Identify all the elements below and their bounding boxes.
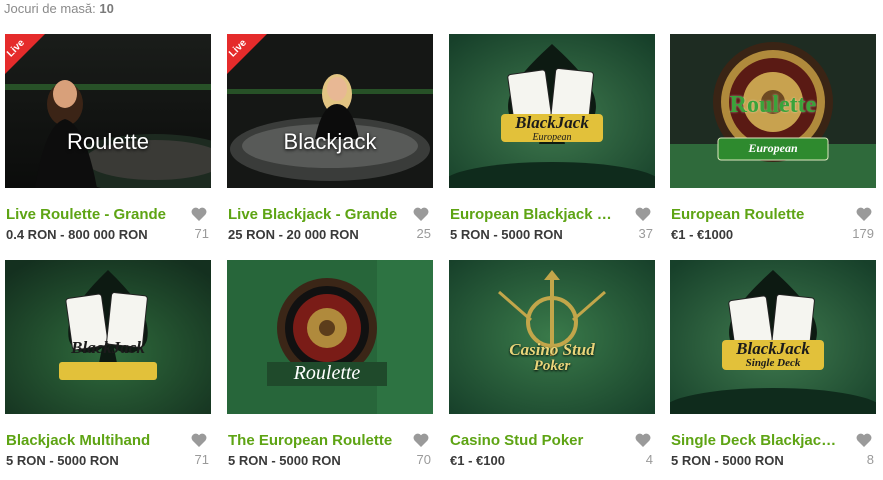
like-count: 4 — [645, 452, 653, 467]
heart-icon[interactable] — [635, 432, 651, 448]
roulette-top-art — [227, 260, 433, 414]
game-logo-title: Roulette — [293, 362, 361, 384]
heart-icon[interactable] — [191, 206, 207, 222]
game-title[interactable]: Live Blackjack - Grande — [228, 206, 398, 223]
game-thumbnail[interactable]: Roulette — [227, 260, 433, 414]
game-bet-range: 25 RON - 20 000 RON — [228, 227, 359, 242]
game-card-live-blackjack[interactable]: Live Blackjack Live Blackjack - Grande 2… — [227, 34, 433, 254]
game-bet-range: €1 - €100 — [450, 453, 505, 468]
game-bet-range: 0.4 RON - 800 000 RON — [6, 227, 148, 242]
game-thumbnail[interactable]: BlackJack — [5, 260, 211, 414]
game-thumbnail[interactable]: Live Roulette — [5, 34, 211, 188]
heart-icon[interactable] — [413, 206, 429, 222]
game-logo-title: BlackJack — [515, 113, 589, 132]
game-bet-range: 5 RON - 5000 RON — [228, 453, 341, 468]
like-count: 37 — [638, 226, 653, 241]
game-card-casino-stud-poker[interactable]: Casino Stud Poker Casino Stud Poker €1 -… — [449, 260, 655, 480]
game-thumbnail[interactable]: Live Blackjack — [227, 34, 433, 188]
blackjack-art — [449, 34, 655, 188]
game-logo-subtitle: Single Deck — [745, 357, 801, 369]
game-thumbnail[interactable]: Casino Stud Poker — [449, 260, 655, 414]
game-title[interactable]: European Blackjack M... — [450, 206, 620, 223]
game-title[interactable]: Single Deck Blackjack ... — [671, 432, 841, 449]
game-card-the-european-roulette[interactable]: Roulette The European Roulette 5 RON - 5… — [227, 260, 433, 480]
heart-icon[interactable] — [856, 432, 872, 448]
game-logo-subtitle: Poker — [533, 358, 571, 374]
game-bet-range: €1 - €1000 — [671, 227, 734, 242]
thumb-title: Blackjack — [283, 129, 377, 154]
heart-icon[interactable] — [191, 432, 207, 448]
game-logo-title: Roulette — [729, 92, 817, 118]
game-card-european-blackjack[interactable]: BlackJack European European Blackjack M.… — [449, 34, 655, 254]
like-count: 179 — [852, 226, 874, 241]
game-bet-range: 5 RON - 5000 RON — [671, 453, 784, 468]
like-count: 70 — [416, 452, 431, 467]
blackjack-multi-art — [5, 260, 211, 414]
like-count: 8 — [866, 452, 874, 467]
heart-icon[interactable] — [635, 206, 651, 222]
heart-icon[interactable] — [413, 432, 429, 448]
game-title[interactable]: Casino Stud Poker — [450, 432, 620, 449]
table-games-label: Jocuri de masă: — [4, 1, 96, 16]
thumb-title: Roulette — [67, 129, 149, 154]
game-card-live-roulette[interactable]: Live Roulette Live Roulette - Grande 0.4… — [5, 34, 211, 254]
stud-poker-art — [449, 260, 655, 414]
blackjack-art — [670, 260, 876, 414]
like-count: 25 — [416, 226, 431, 241]
table-games-count: 10 — [99, 1, 114, 16]
game-bet-range: 5 RON - 5000 RON — [450, 227, 563, 242]
table-games-header: Jocuri de masă: 10 — [4, 1, 114, 16]
game-card-blackjack-multihand[interactable]: BlackJack Blackjack Multihand 5 RON - 50… — [5, 260, 211, 480]
game-thumbnail[interactable]: BlackJack European — [449, 34, 655, 188]
game-logo-title: BlackJack — [736, 339, 810, 358]
like-count: 71 — [194, 226, 209, 241]
game-card-european-roulette[interactable]: Roulette European European Roulette €1 -… — [670, 34, 876, 254]
game-title[interactable]: Live Roulette - Grande — [6, 206, 176, 223]
game-bet-range: 5 RON - 5000 RON — [6, 453, 119, 468]
game-title[interactable]: European Roulette — [671, 206, 841, 223]
heart-icon[interactable] — [856, 206, 872, 222]
game-title[interactable]: Blackjack Multihand — [6, 432, 176, 449]
game-thumbnail[interactable]: Roulette European — [670, 34, 876, 188]
game-thumbnail[interactable]: BlackJack Single Deck — [670, 260, 876, 414]
game-logo-title: BlackJack — [71, 338, 145, 357]
game-logo-subtitle: European — [532, 132, 572, 143]
game-logo-subtitle: European — [748, 141, 798, 155]
like-count: 71 — [194, 452, 209, 467]
game-card-single-deck-blackjack[interactable]: BlackJack Single Deck Single Deck Blackj… — [670, 260, 876, 480]
game-logo-title: Casino Stud — [509, 340, 595, 359]
game-title[interactable]: The European Roulette — [228, 432, 398, 449]
